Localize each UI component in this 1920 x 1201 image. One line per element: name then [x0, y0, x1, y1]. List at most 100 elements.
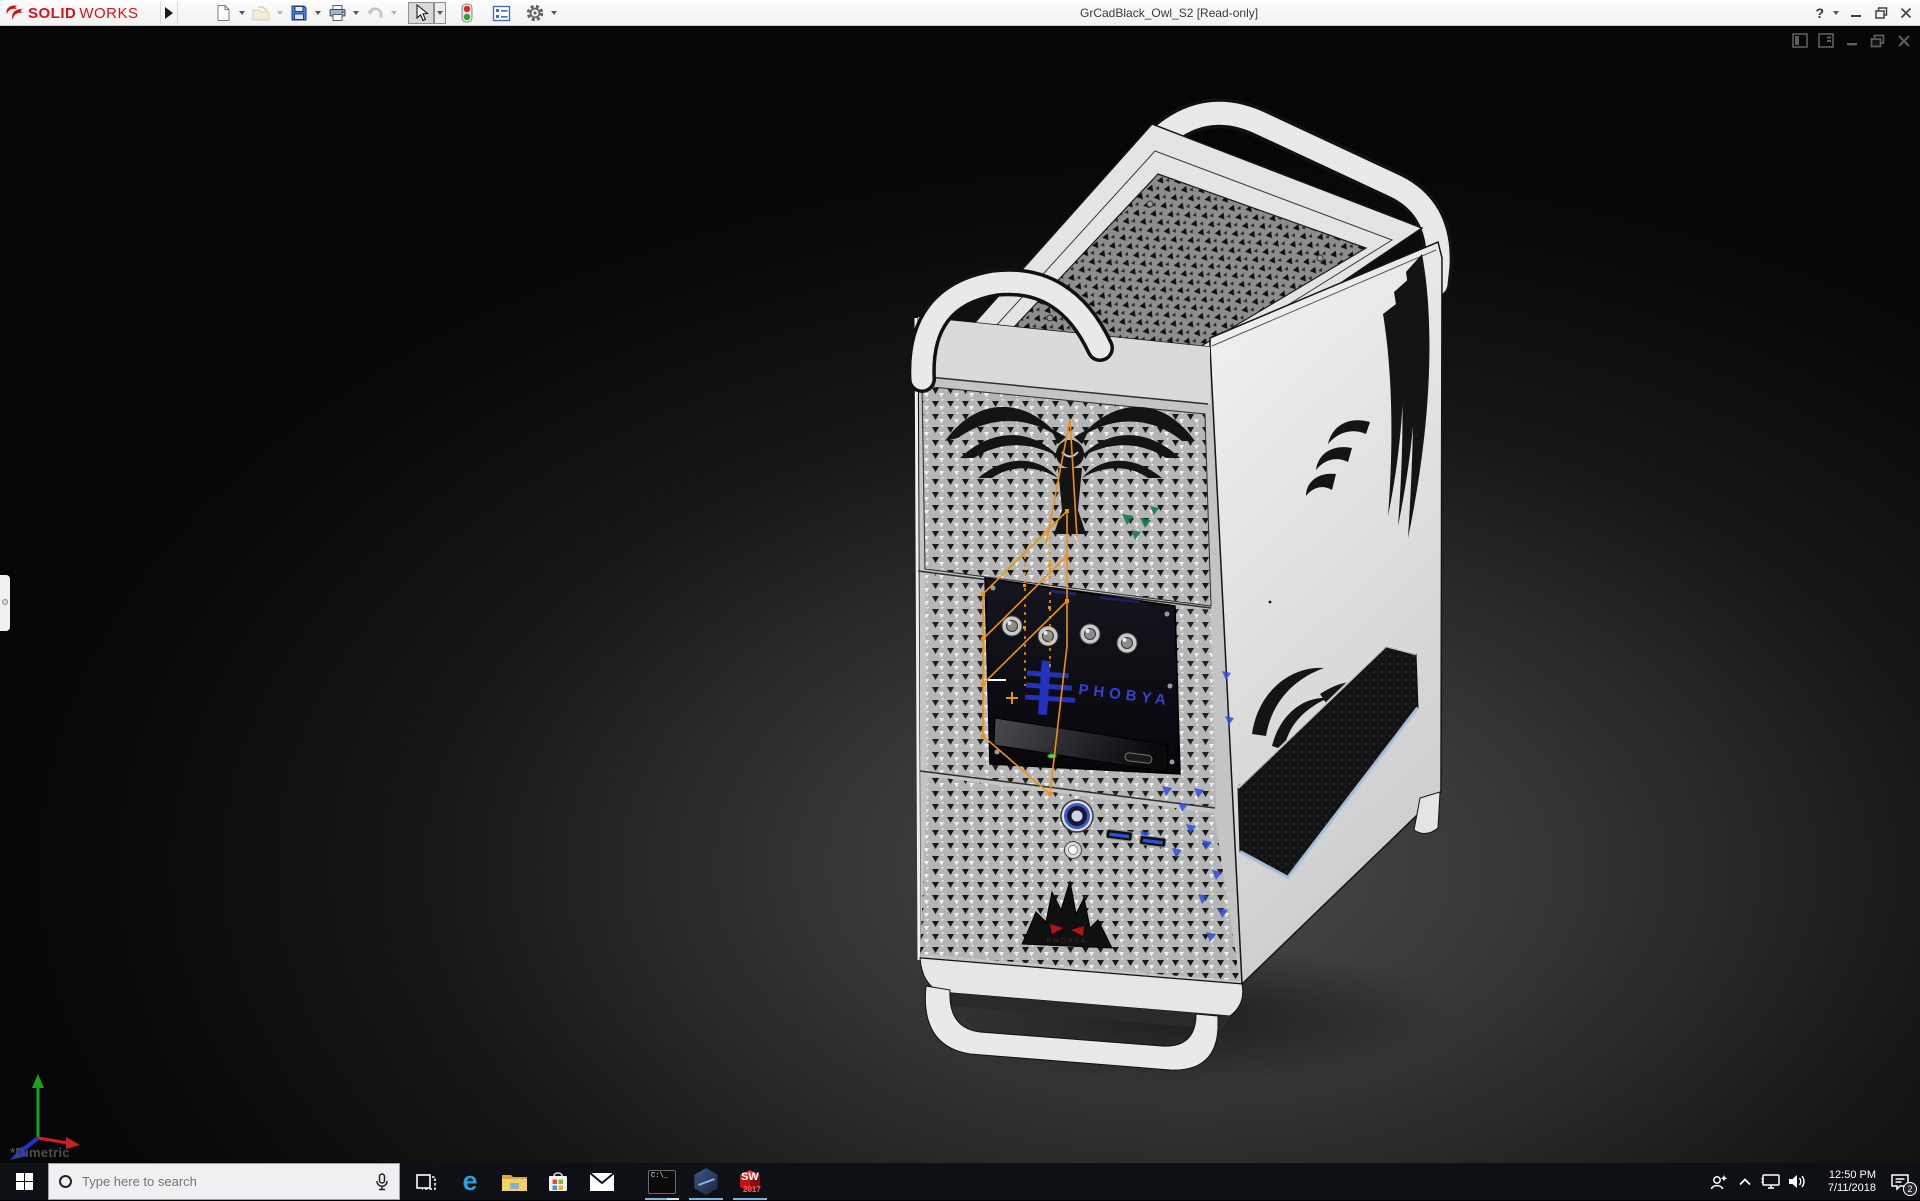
- undo-arrow-icon: [367, 6, 382, 18]
- clock-date: 7/11/2018: [1827, 1181, 1876, 1194]
- taskbar-clock[interactable]: 12:50 PM 7/11/2018: [1810, 1169, 1880, 1195]
- clock-time: 12:50 PM: [1828, 1168, 1876, 1181]
- restore-button[interactable]: [1873, 5, 1889, 21]
- power-button: [1060, 799, 1094, 833]
- hexagon-app-button[interactable]: [684, 1163, 728, 1200]
- microphone-icon[interactable]: [375, 1172, 389, 1191]
- brand-text-bold: SOLID: [28, 4, 77, 22]
- case-front-face: PHOBYA PHOBYA: [914, 316, 1243, 985]
- open-folder-icon: [252, 5, 269, 20]
- help-button[interactable]: ?: [1815, 5, 1824, 21]
- solidworks-2017-icon: SW 2017: [740, 1169, 761, 1194]
- property-list-icon: [492, 5, 510, 21]
- undo-dropdown[interactable]: [388, 2, 400, 24]
- new-document-icon: [217, 5, 230, 21]
- taskbar-apps: e C:\_ SW 2017: [404, 1163, 772, 1200]
- people-icon: [1710, 1174, 1728, 1189]
- gear-icon: [526, 4, 544, 22]
- taskbar-search[interactable]: [48, 1163, 400, 1200]
- windows-logo-icon: [15, 1173, 33, 1190]
- network-icon: [1761, 1174, 1780, 1189]
- reset-button: [1064, 841, 1082, 859]
- doc-restore-button[interactable]: [1869, 32, 1886, 49]
- rebuild-button[interactable]: [454, 2, 480, 24]
- flyout-arrow-icon: [165, 7, 173, 19]
- undo-button[interactable]: [362, 2, 388, 24]
- store-button[interactable]: [536, 1163, 580, 1200]
- display-pane-button[interactable]: [488, 2, 514, 24]
- edge-icon: e: [462, 1166, 478, 1196]
- model-3d-view[interactable]: PHOBYA PHOBYA: [900, 86, 1480, 1086]
- panel-tab-icon: [2, 599, 8, 605]
- brand: SOLID WORKS: [28, 0, 139, 26]
- network-button[interactable]: [1758, 1163, 1784, 1200]
- speaker-icon: [1789, 1175, 1805, 1188]
- minimize-icon: [1851, 15, 1861, 17]
- pane-left-icon: [1791, 33, 1808, 48]
- mail-button[interactable]: [580, 1163, 624, 1200]
- system-tray: 12:50 PM 7/11/2018 2: [1706, 1163, 1920, 1200]
- doc-close-button[interactable]: [1895, 32, 1912, 49]
- file-explorer-icon: [501, 1174, 527, 1191]
- title-bar: SOLID WORKS GrCadBlack_Owl_S2 [Read-only…: [0, 0, 1920, 26]
- cortana-icon: [59, 1175, 72, 1188]
- select-tool-dropdown[interactable]: [434, 2, 446, 24]
- new-document-dropdown[interactable]: [236, 2, 248, 24]
- start-button[interactable]: [0, 1163, 48, 1200]
- chevron-up-icon: [1739, 1177, 1751, 1185]
- doc-minimize-button[interactable]: [1843, 32, 1860, 49]
- open-button[interactable]: [248, 2, 274, 24]
- quick-access-toolbar: [210, 1, 560, 25]
- menu-flyout-button[interactable]: [160, 2, 178, 24]
- doc-restore-icon: [1870, 34, 1885, 47]
- file-explorer-button[interactable]: [492, 1163, 536, 1200]
- window-controls: ?: [1815, 0, 1914, 26]
- action-center-button[interactable]: 2: [1880, 1163, 1920, 1200]
- people-button[interactable]: [1706, 1163, 1732, 1200]
- new-document-button[interactable]: [210, 2, 236, 24]
- minimize-button[interactable]: [1848, 5, 1864, 21]
- show-featuremanager-button[interactable]: [1791, 32, 1808, 49]
- open-dropdown[interactable]: [274, 2, 286, 24]
- task-view-button[interactable]: [404, 1163, 448, 1200]
- select-cursor-icon: [416, 4, 429, 22]
- triangle-logo-text: PHOBYA: [1047, 938, 1088, 945]
- document-window-controls: [1791, 32, 1912, 49]
- pane-right-icon: [1817, 33, 1834, 48]
- view-orientation-label: *Dimetric: [10, 1145, 70, 1160]
- task-view-icon: [416, 1173, 436, 1190]
- document-title: GrCadBlack_Owl_S2 [Read-only]: [1080, 6, 1259, 20]
- close-icon: [1900, 7, 1912, 19]
- save-dropdown[interactable]: [312, 2, 324, 24]
- graphics-area[interactable]: PHOBYA PHOBYA *Dimetric: [0, 26, 1920, 1163]
- doc-minimize-icon: [1846, 42, 1857, 45]
- command-prompt-icon: C:\_: [648, 1169, 676, 1194]
- notification-badge: 2: [1903, 1182, 1917, 1196]
- close-button[interactable]: [1898, 5, 1914, 21]
- print-dropdown[interactable]: [350, 2, 362, 24]
- search-input[interactable]: [82, 1174, 365, 1189]
- select-tool-button[interactable]: [408, 2, 434, 24]
- store-icon: [549, 1171, 567, 1191]
- options-button[interactable]: [522, 2, 548, 24]
- doc-close-icon: [1897, 34, 1910, 47]
- save-floppy-icon: [291, 5, 307, 21]
- help-dropdown[interactable]: [1833, 11, 1839, 15]
- mail-icon: [589, 1171, 615, 1191]
- options-dropdown[interactable]: [548, 2, 560, 24]
- tray-overflow-button[interactable]: [1732, 1163, 1758, 1200]
- restore-icon: [1874, 7, 1887, 19]
- edge-button[interactable]: e: [448, 1163, 492, 1200]
- traffic-light-icon: [461, 3, 473, 23]
- hexagon-app-icon: [694, 1168, 718, 1195]
- command-prompt-button[interactable]: C:\_: [640, 1163, 684, 1200]
- solidworks-2017-button[interactable]: SW 2017: [728, 1163, 772, 1200]
- volume-button[interactable]: [1784, 1163, 1810, 1200]
- printer-icon: [329, 5, 345, 21]
- save-button[interactable]: [286, 2, 312, 24]
- show-pane-button[interactable]: [1817, 32, 1834, 49]
- print-button[interactable]: [324, 2, 350, 24]
- windows-taskbar: e C:\_ SW 2017: [0, 1163, 1920, 1200]
- brand-text-light: WORKS: [79, 4, 139, 22]
- collapsed-panel-tab[interactable]: [0, 575, 10, 631]
